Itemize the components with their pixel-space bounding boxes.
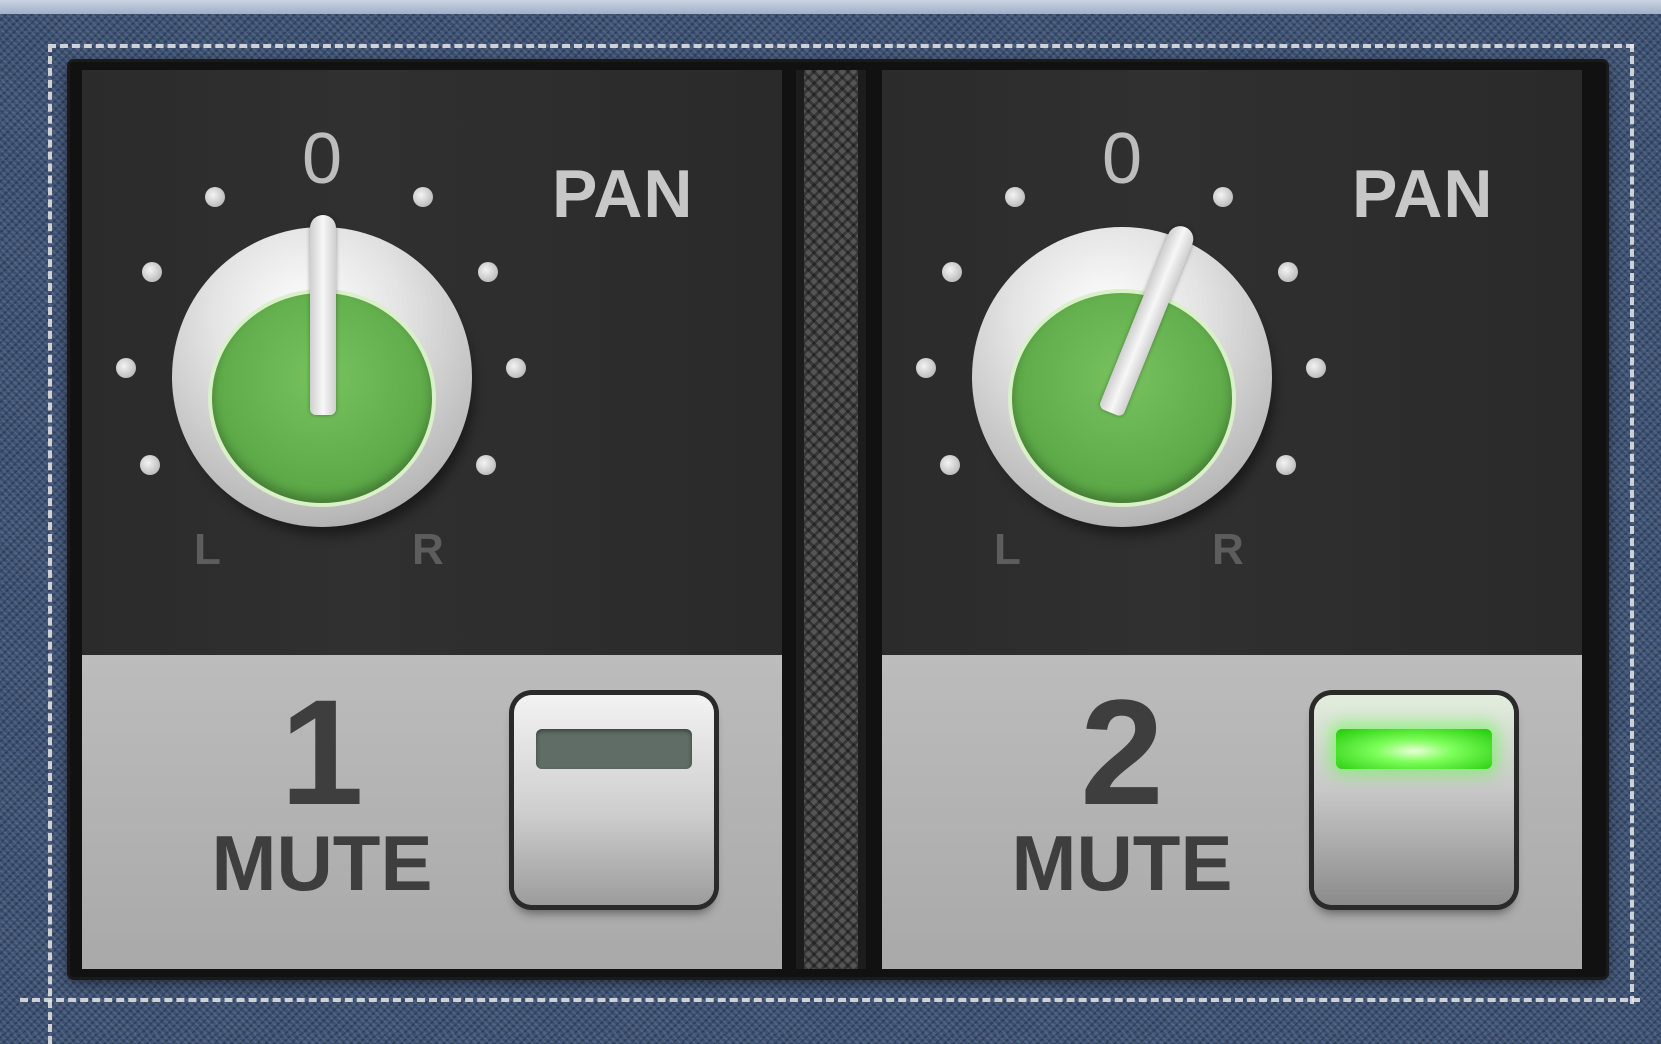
top-border	[0, 0, 1661, 14]
pan-label: PAN	[1352, 156, 1494, 232]
channel-strip-1: 0 PAN L R 1 MUTE	[82, 70, 782, 969]
mute-indicator-light	[1336, 729, 1492, 769]
stitch-border-right	[1630, 44, 1634, 1004]
pan-knob-1[interactable]	[166, 215, 480, 540]
pan-right-label: R	[1212, 525, 1244, 574]
channel-footer-1: 1 MUTE	[82, 655, 782, 969]
pan-center-label: 0	[301, 119, 343, 199]
pan-scale-dot	[478, 262, 498, 282]
pan-scale-dot	[140, 455, 160, 475]
pan-scale-dot	[1213, 187, 1233, 207]
knob-pointer	[310, 215, 336, 415]
mute-label: MUTE	[1011, 819, 1233, 907]
pan-scale-dot	[506, 358, 526, 378]
pan-scale-dot	[916, 358, 936, 378]
pan-scale-dot	[205, 187, 225, 207]
mixer-panel: 0 PAN L R 1 MUTE 0 PAN L R 2 MUTE	[70, 62, 1606, 977]
pan-scale-dot	[940, 455, 960, 475]
pan-knob-2[interactable]	[966, 215, 1280, 540]
mute-label: MUTE	[211, 819, 433, 907]
pan-scale-dot	[1005, 187, 1025, 207]
channel-number: 1	[280, 668, 364, 836]
stitch-border-bottom	[20, 998, 1640, 1002]
pan-scale-dot	[942, 262, 962, 282]
pan-scale-dot	[116, 358, 136, 378]
pan-scale-dot	[1306, 358, 1326, 378]
channel-footer-2: 2 MUTE	[882, 655, 1582, 969]
mute-button-1[interactable]	[514, 695, 714, 905]
mute-indicator-light	[536, 729, 692, 769]
pan-left-label: L	[994, 525, 1021, 574]
mute-button-2[interactable]	[1314, 695, 1514, 905]
pan-label: PAN	[552, 156, 694, 232]
channel-strip-2: 0 PAN L R 2 MUTE	[882, 70, 1582, 969]
pan-scale-dot	[1278, 262, 1298, 282]
pan-left-label: L	[194, 525, 221, 574]
pan-right-label: R	[412, 525, 444, 574]
channel-number: 2	[1080, 668, 1164, 836]
pan-center-label: 0	[1101, 119, 1143, 199]
pan-scale-dot	[142, 262, 162, 282]
pan-scale-dot	[413, 187, 433, 207]
strip-divider	[796, 70, 866, 969]
